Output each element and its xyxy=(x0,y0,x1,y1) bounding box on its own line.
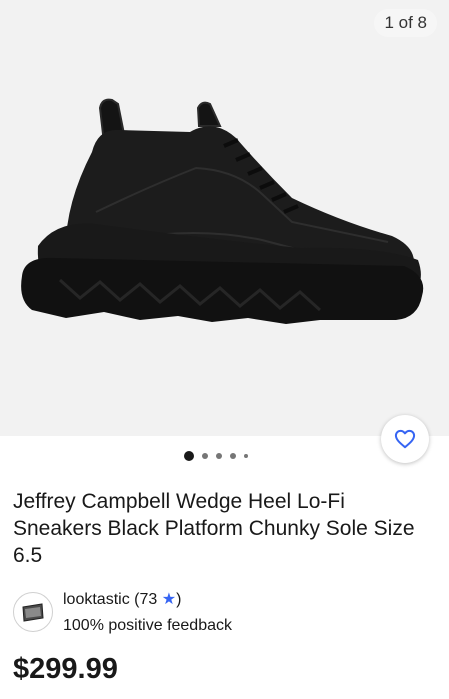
pagination-dot[interactable] xyxy=(244,454,248,458)
product-image[interactable] xyxy=(0,0,449,436)
seller-score-close: ) xyxy=(176,591,182,608)
seller-avatar-icon xyxy=(22,603,44,622)
pagination-dot[interactable] xyxy=(230,453,236,459)
item-price: $299.99 xyxy=(13,653,118,685)
seller-name[interactable]: looktastic xyxy=(63,591,130,608)
star-icon: ★ xyxy=(161,591,177,608)
seller-name-line[interactable]: looktastic (73 ★) xyxy=(63,590,181,610)
seller-score: (73 xyxy=(134,591,158,608)
image-gallery[interactable]: 1 of 8 xyxy=(0,0,449,463)
item-title: Jeffrey Campbell Wedge Heel Lo-Fi Sneake… xyxy=(13,490,415,567)
image-counter: 1 of 8 xyxy=(374,9,437,37)
seller-info[interactable]: looktastic (73 ★) 100% positive feedback xyxy=(13,588,433,638)
pagination-dot[interactable] xyxy=(202,453,208,459)
pagination-dot[interactable] xyxy=(216,453,222,459)
heart-icon xyxy=(394,429,416,449)
pagination-dot-active[interactable] xyxy=(184,451,194,461)
watch-button[interactable] xyxy=(381,415,429,463)
seller-avatar[interactable] xyxy=(13,592,53,632)
gallery-pagination-dots xyxy=(184,451,248,461)
seller-feedback: 100% positive feedback xyxy=(63,617,232,634)
item-page: 1 of 8 Jeffrey Campbell Wedge Heel Lo-Fi… xyxy=(0,0,449,699)
